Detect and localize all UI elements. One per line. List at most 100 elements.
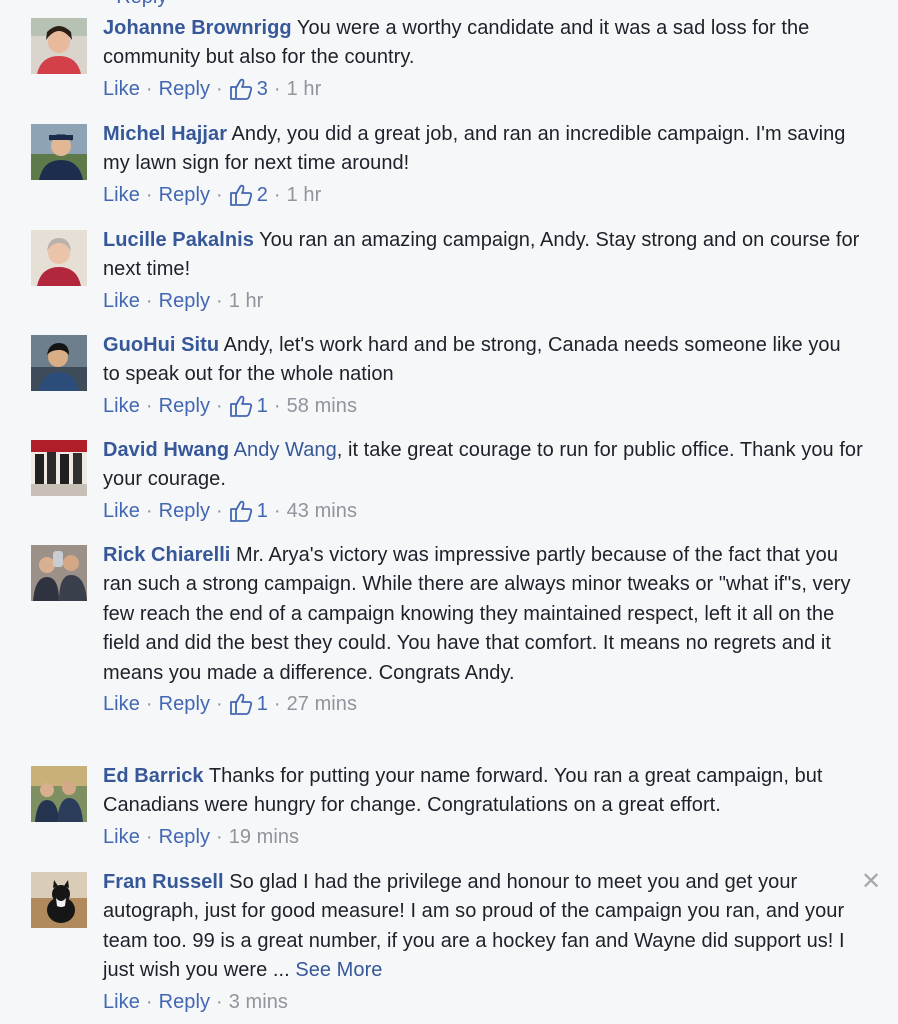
reply-button[interactable]: Reply [159, 182, 210, 208]
timestamp[interactable]: 1 hr [287, 76, 322, 102]
like-count-value: 1 [256, 693, 268, 716]
avatar[interactable] [31, 230, 87, 286]
separator: · [216, 693, 223, 716]
comment-body: Johanne Brownrigg You were a worthy cand… [103, 14, 863, 102]
avatar-photo [31, 230, 87, 286]
separator: · [145, 394, 153, 417]
separator: · [216, 77, 223, 100]
mention-link[interactable]: Andy Wang [234, 439, 337, 461]
like-count-value: 1 [256, 394, 268, 417]
separator: · [145, 825, 153, 848]
thumbs-up-icon [229, 184, 252, 206]
comment-author[interactable]: David Hwang [103, 439, 229, 461]
comment-body: Lucille Pakalnis You ran an amazing camp… [103, 226, 863, 314]
thumbs-up-icon [229, 693, 252, 715]
thumbs-up-icon [229, 78, 252, 100]
reply-button[interactable]: Reply [159, 76, 210, 102]
comment-actions: Like · Reply · 1 · 27 mins [103, 691, 863, 717]
comment-actions: Like · Reply · 1 · 58 mins [103, 393, 863, 419]
like-button[interactable]: Like [103, 498, 140, 524]
like-count[interactable]: 3 [229, 76, 268, 102]
separator: · [216, 990, 223, 1013]
like-button[interactable]: Like [103, 182, 140, 208]
like-button[interactable]: Like [103, 393, 140, 419]
timestamp[interactable]: 58 mins [287, 393, 357, 419]
reply-button[interactable]: Reply [159, 824, 210, 850]
comment-author[interactable]: Ed Barrick [103, 765, 204, 787]
comment-author[interactable]: Johanne Brownrigg [103, 17, 292, 39]
separator: · [145, 77, 153, 100]
separator: · [273, 693, 281, 716]
avatar-photo [31, 124, 87, 180]
like-count[interactable]: 1 [229, 393, 268, 419]
comment-feed: · Reply · Johanne Brownrigg You were a w… [0, 0, 898, 1024]
avatar[interactable] [31, 124, 87, 180]
separator: · [145, 693, 153, 716]
avatar-photo [31, 18, 87, 74]
comment-body: Michel Hajjar Andy, you did a great job,… [103, 120, 863, 208]
comment-author[interactable]: Fran Russell [103, 871, 224, 893]
separator: · [216, 499, 223, 522]
reply-button[interactable]: Reply [159, 691, 210, 717]
like-button[interactable]: Like [103, 989, 140, 1015]
separator: · [216, 289, 223, 312]
timestamp[interactable]: 19 mins [229, 824, 299, 850]
avatar-photo [31, 545, 87, 601]
avatar[interactable] [31, 335, 87, 391]
see-more-link[interactable]: See More [295, 959, 382, 981]
like-count[interactable]: 1 [229, 691, 268, 717]
reply-button[interactable]: Reply [159, 288, 210, 314]
timestamp[interactable]: 43 mins [287, 498, 357, 524]
comment-actions: Like · Reply · 1 · 43 mins [103, 498, 863, 524]
comment-body: Rick Chiarelli Mr. Arya's victory was im… [103, 541, 863, 717]
comment-text: Thanks for putting your name forward. Yo… [103, 765, 823, 817]
like-button[interactable]: Like [103, 824, 140, 850]
avatar-photo [31, 766, 87, 822]
separator: · [145, 499, 153, 522]
close-icon[interactable]: ✕ [860, 870, 882, 894]
thumbs-up-icon [229, 500, 252, 522]
timestamp[interactable]: 3 mins [229, 989, 288, 1015]
comment-body: GuoHui Situ Andy, let's work hard and be… [103, 331, 863, 419]
separator: · [216, 183, 223, 206]
comment-author[interactable]: Michel Hajjar [103, 123, 227, 145]
comment-body: Fran Russell So glad I had the privilege… [103, 868, 863, 1015]
reply-button[interactable]: Reply [159, 989, 210, 1015]
cut-off-actions: · Reply · [104, 0, 180, 9]
comment-actions: Like · Reply · 19 mins [103, 824, 863, 850]
comment-actions: Like · Reply · 2 · 1 hr [103, 182, 863, 208]
separator: · [273, 394, 281, 417]
avatar[interactable] [31, 545, 87, 601]
like-count-value: 1 [256, 499, 268, 522]
like-button[interactable]: Like [103, 288, 140, 314]
avatar-photo [31, 440, 87, 496]
separator: · [273, 499, 281, 522]
separator: · [273, 183, 281, 206]
avatar[interactable] [31, 18, 87, 74]
like-button[interactable]: Like [103, 76, 140, 102]
separator: · [273, 77, 281, 100]
reply-button[interactable]: Reply [159, 498, 210, 524]
comment-body: David Hwang Andy Wang, it take great cou… [103, 436, 863, 524]
timestamp[interactable]: 27 mins [287, 691, 357, 717]
like-count-value: 2 [256, 183, 268, 206]
timestamp[interactable]: 1 hr [287, 182, 322, 208]
comment-author[interactable]: Rick Chiarelli [103, 544, 230, 566]
avatar-photo [31, 335, 87, 391]
avatar[interactable] [31, 766, 87, 822]
like-button[interactable]: Like [103, 691, 140, 717]
thumbs-up-icon [229, 395, 252, 417]
separator: · [145, 990, 153, 1013]
comment-body: Ed Barrick Thanks for putting your name … [103, 762, 863, 850]
separator: · [216, 825, 223, 848]
avatar[interactable] [31, 440, 87, 496]
like-count-value: 3 [256, 77, 268, 100]
comment-author[interactable]: Lucille Pakalnis [103, 229, 254, 251]
avatar[interactable] [31, 872, 87, 928]
timestamp[interactable]: 1 hr [229, 288, 264, 314]
reply-button[interactable]: Reply [159, 393, 210, 419]
like-count[interactable]: 2 [229, 182, 268, 208]
comment-author[interactable]: GuoHui Situ [103, 334, 219, 356]
separator: · [145, 289, 153, 312]
like-count[interactable]: 1 [229, 498, 268, 524]
